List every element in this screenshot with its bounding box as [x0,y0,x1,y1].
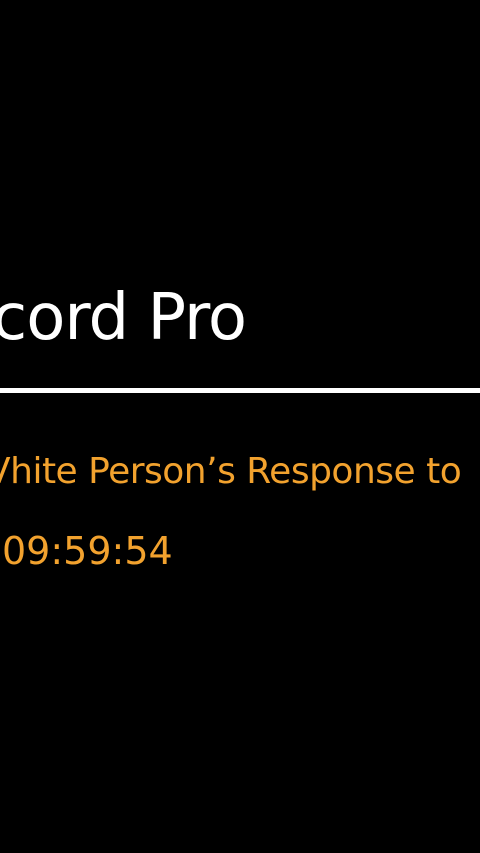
app-title: cord Pro [0,281,247,355]
screen: cord Pro Vhite Person’s Response to 09:5… [0,0,480,853]
recording-name: Vhite Person’s Response to [0,451,462,492]
title-divider [0,388,480,393]
recording-timestamp: 09:59:54 [2,529,173,573]
